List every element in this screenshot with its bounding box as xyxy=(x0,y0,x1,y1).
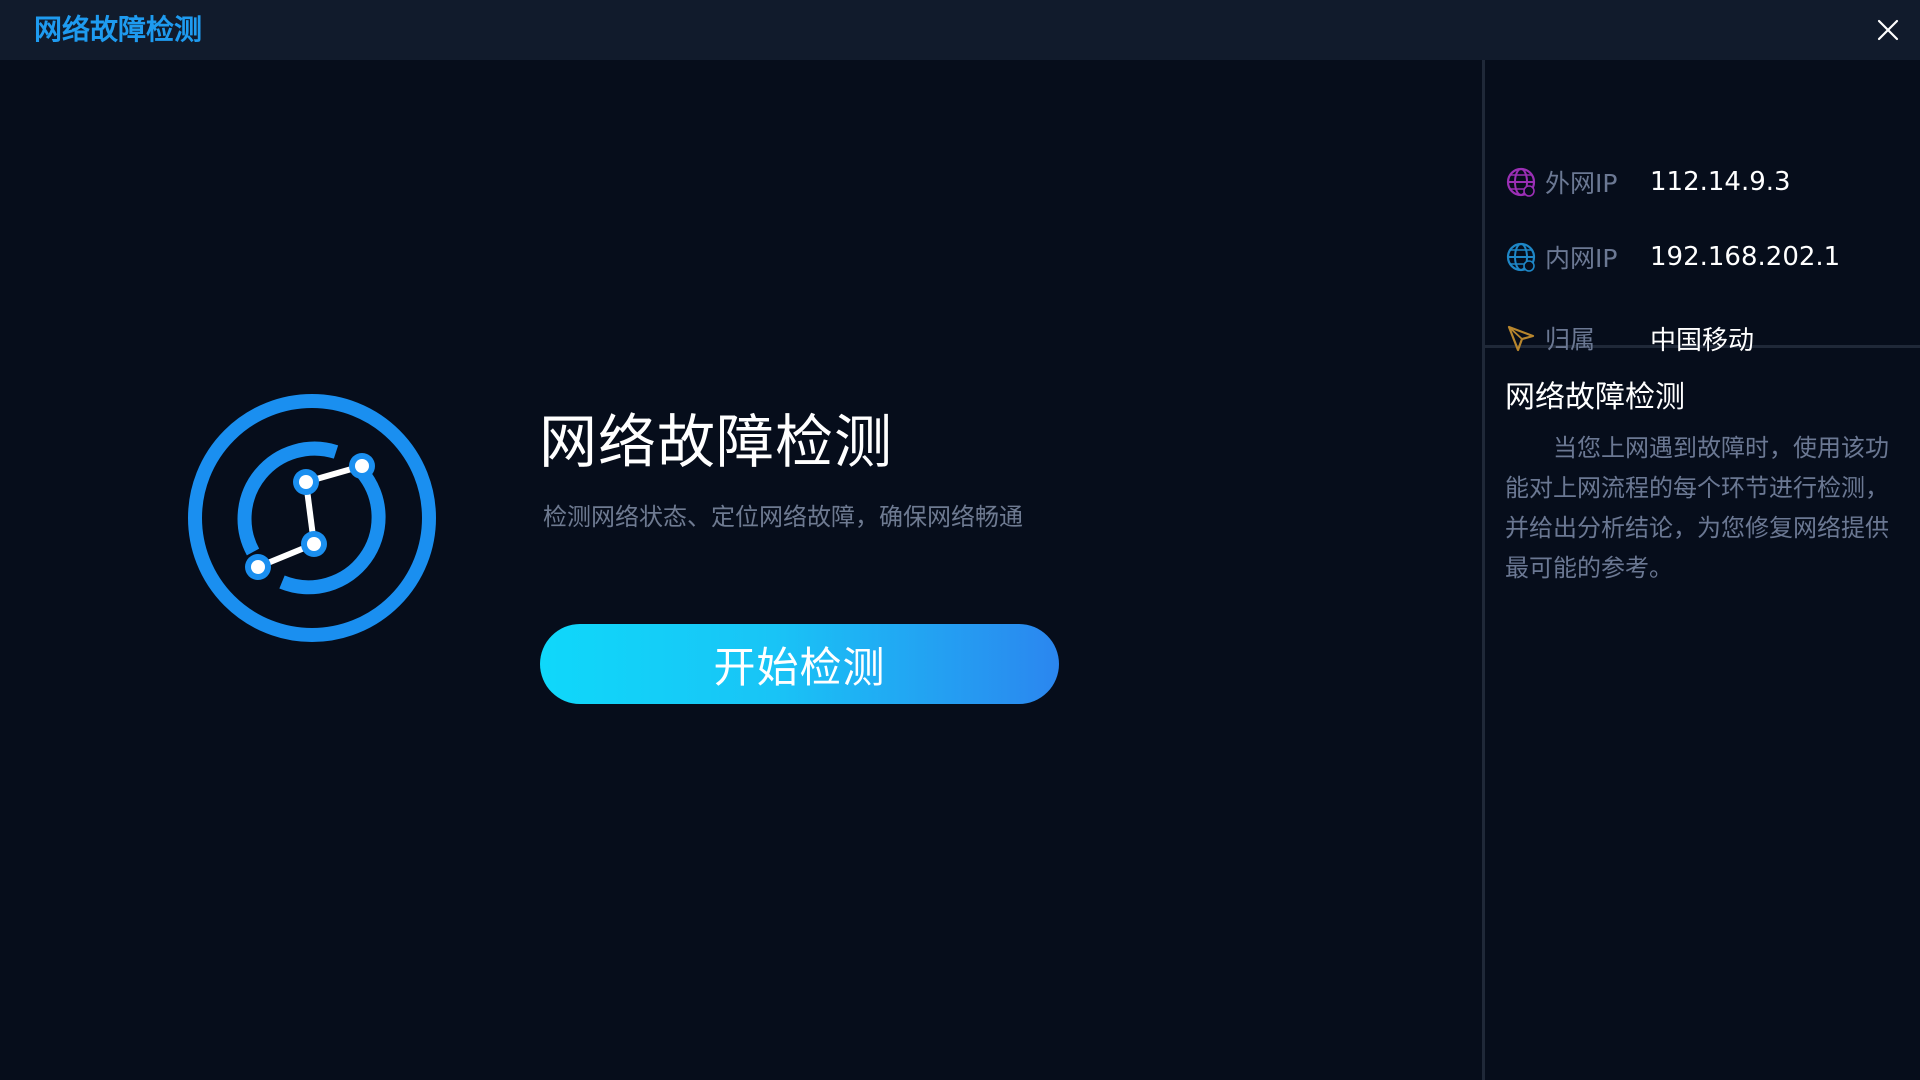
main-panel: 网络故障检测 检测网络状态、定位网络故障，确保网络畅通 开始检测 xyxy=(0,60,1482,1080)
main-subtitle: 检测网络状态、定位网络故障，确保网络畅通 xyxy=(543,503,1023,531)
isp-label: 归属 xyxy=(1545,325,1596,354)
description-panel: 网络故障检测 当您上网遇到故障时，使用该功能对上网流程的每个环节进行检测，并给出… xyxy=(1505,378,1895,588)
globe-icon xyxy=(1505,241,1537,273)
external-ip-row: 外网IP 112.14.9.3 xyxy=(1505,162,1791,202)
main-title: 网络故障检测 xyxy=(539,408,894,476)
app-title: 网络故障检测 xyxy=(34,13,203,46)
description-title: 网络故障检测 xyxy=(1505,380,1685,415)
title-bar: 网络故障检测 xyxy=(0,0,1920,60)
internal-ip-row: 内网IP 192.168.202.1 xyxy=(1505,237,1840,277)
location-arrow-icon xyxy=(1505,322,1537,354)
close-icon xyxy=(1877,19,1899,41)
isp-value: 中国移动 xyxy=(1650,325,1755,356)
description-text: 当您上网遇到故障时，使用该功能对上网流程的每个环节进行检测，并给出分析结论，为您… xyxy=(1505,434,1889,582)
network-info-panel: 外网IP 112.14.9.3 内网IP 192.168.202.1 归属 中国… xyxy=(1485,60,1920,356)
external-ip-value: 112.14.9.3 xyxy=(1650,167,1791,197)
close-button[interactable] xyxy=(1866,8,1910,52)
external-ip-label: 外网IP xyxy=(1545,169,1618,198)
network-diagnosis-icon xyxy=(188,394,436,642)
internal-ip-label: 内网IP xyxy=(1545,244,1618,273)
info-sidebar: 外网IP 112.14.9.3 内网IP 192.168.202.1 归属 中国… xyxy=(1482,60,1920,1080)
isp-row: 归属 中国移动 xyxy=(1505,318,1754,358)
start-detection-button[interactable]: 开始检测 xyxy=(540,624,1059,704)
globe-icon xyxy=(1505,166,1537,198)
internal-ip-value: 192.168.202.1 xyxy=(1650,242,1841,272)
